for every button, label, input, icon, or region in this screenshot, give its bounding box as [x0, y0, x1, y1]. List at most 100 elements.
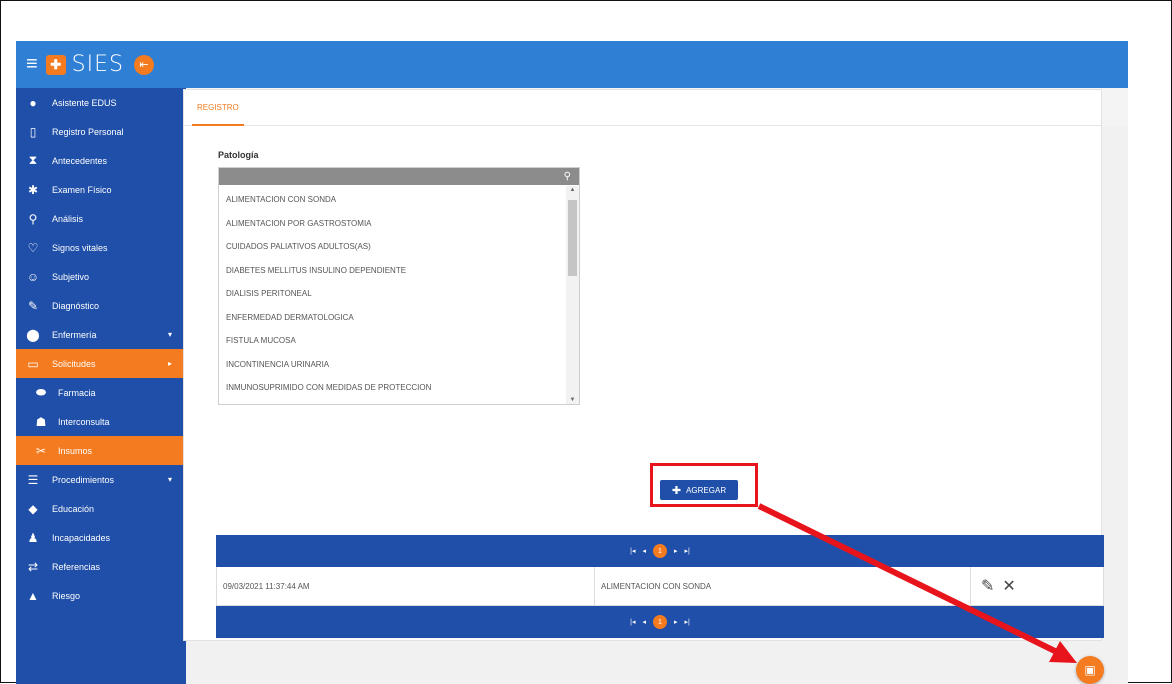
edit-icon[interactable]: ✎: [981, 576, 994, 596]
save-fab-button[interactable]: ▣: [1076, 656, 1104, 684]
menu-icon[interactable]: ≡: [26, 53, 38, 76]
sidebar-item-10[interactable]: ⬬ Farmacia: [16, 378, 186, 407]
sidebar-item-7[interactable]: ✎ Diagnóstico: [16, 291, 186, 320]
chevron-icon: ▾: [167, 330, 172, 339]
sidebar-item-17[interactable]: ▲ Riesgo: [16, 581, 186, 610]
sidebar-item-label: Incapacidades: [52, 532, 111, 543]
search-icon: ⚲: [28, 211, 38, 226]
chevron-icon: ▾: [167, 475, 172, 484]
list-item[interactable]: FISTULA MUCOSA: [219, 329, 567, 353]
pill-icon: ⬬: [35, 385, 47, 399]
sidebar-item-3[interactable]: ✱ Examen Físico: [16, 175, 186, 204]
smile-icon: ☺: [26, 269, 40, 284]
agregar-button[interactable]: ✚ AGREGAR: [660, 480, 738, 500]
search-icon: ⚲: [563, 171, 571, 182]
save-icon: ▣: [1084, 663, 1096, 677]
patologia-options: ALIMENTACION CON SONDA ALIMENTACION POR G…: [219, 186, 567, 404]
sidebar-item-label: Antecedentes: [52, 155, 108, 166]
agregar-label: AGREGAR: [686, 485, 727, 495]
scroll-thumb[interactable]: [568, 200, 577, 276]
sidebar-item-0[interactable]: ● Asistente EDUS: [16, 88, 186, 117]
heart-icon: ♡: [27, 240, 39, 255]
row-pathology: ALIMENTACION CON SONDA: [595, 567, 971, 605]
tablet-icon: ▭: [27, 356, 39, 371]
first-page-icon[interactable]: |◂: [630, 547, 635, 555]
screenshot-frame: ≡ ✚ SIES ⇤ ● Asistente EDUS ▯ Registro Pers…: [0, 0, 1172, 684]
sidebar-item-label: Educación: [52, 503, 95, 514]
circle-icon: ●: [29, 95, 37, 110]
next-page-icon[interactable]: ▸: [674, 618, 678, 626]
next-page-icon[interactable]: ▸: [674, 547, 678, 555]
sidebar-item-8[interactable]: ⬤ Enfermería ▾: [16, 320, 186, 349]
last-page-icon[interactable]: ▸|: [685, 547, 690, 555]
pager-top: |◂ ◂ 1 ▸ ▸|: [216, 535, 1104, 567]
sidebar-item-label: Farmacia: [58, 387, 96, 398]
prev-page-icon[interactable]: ◂: [642, 547, 646, 555]
pager-bottom: |◂ ◂ 1 ▸ ▸|: [216, 606, 1104, 638]
prev-page-icon[interactable]: ◂: [642, 618, 646, 626]
patologia-label: Patología: [218, 150, 259, 160]
list-item[interactable]: DIABETES MELLITUS INSULINO DEPENDIENTE: [219, 259, 567, 283]
tab-registro[interactable]: REGISTRO: [192, 90, 244, 126]
sidebar-item-5[interactable]: ♡ Signos vitales: [16, 233, 186, 262]
subtabs: REGISTRO: [184, 90, 1101, 126]
listbox-search-bar[interactable]: ⚲: [219, 168, 579, 185]
sidebar-item-9[interactable]: ▭ Solicitudes ▸: [16, 349, 186, 378]
sidebar-item-label: Enfermería: [52, 329, 97, 340]
sidebar-item-label: Solicitudes: [52, 358, 96, 369]
delete-icon[interactable]: ✕: [1002, 576, 1015, 596]
person-icon: ✱: [27, 182, 39, 197]
sidebar-item-label: Insumos: [58, 445, 93, 456]
page-number[interactable]: 1: [653, 615, 667, 629]
sidebar-item-4[interactable]: ⚲ Análisis: [16, 204, 186, 233]
page-number[interactable]: 1: [653, 544, 667, 558]
listbox-scrollbar[interactable]: ▲ ▼: [566, 186, 579, 404]
sidebar-item-2[interactable]: ⧗ Antecedentes: [16, 146, 186, 175]
list-item[interactable]: INMUNOSUPRIMIDO CON MEDIDAS DE PROTECCIO…: [219, 376, 567, 400]
bandage-icon: ✂: [35, 443, 47, 458]
sidebar-item-label: Diagnóstico: [52, 300, 100, 311]
first-page-icon[interactable]: |◂: [630, 618, 635, 626]
sidebar-item-label: Registro Personal: [52, 126, 124, 137]
mobile-icon: ▯: [29, 124, 37, 139]
patologia-listbox[interactable]: ⚲ ALIMENTACION CON SONDA ALIMENTACION POR…: [218, 167, 580, 405]
last-page-icon[interactable]: ▸|: [685, 618, 690, 626]
sidebar-item-label: Signos vitales: [52, 242, 108, 253]
top-bar: ≡ ✚ SIES ⇤: [16, 41, 1128, 88]
app-name: SIES: [71, 52, 124, 77]
sidebar-item-12[interactable]: ✂ Insumos: [16, 436, 186, 465]
table-row: 09/03/2021 11:37:44 AM ALIMENTACION CON …: [216, 567, 1104, 606]
list-icon: ☰: [27, 472, 39, 487]
registro-card: REGISTRO Patología ⚲ ALIMENTACION CON SO…: [183, 89, 1104, 641]
list-item[interactable]: ENFERMEDAD DERMATOLOGICA: [219, 306, 567, 330]
list-item[interactable]: ALIMENTACION POR GASTROSTOMIA: [219, 212, 567, 236]
person-icon: ♟: [27, 530, 39, 545]
scroll-up-icon[interactable]: ▲: [566, 187, 579, 193]
list-item[interactable]: INCONTINENCIA URINARIA: [219, 353, 567, 377]
sidebar-item-label: Subjetivo: [52, 271, 90, 282]
sidebar-item-1[interactable]: ▯ Registro Personal: [16, 117, 186, 146]
sidebar-item-6[interactable]: ☺ Subjetivo: [16, 262, 186, 291]
scroll-down-icon[interactable]: ▼: [566, 397, 579, 403]
list-item[interactable]: DIALISIS PERITONEAL: [219, 282, 567, 306]
sidebar-item-14[interactable]: ◆ Educación: [16, 494, 186, 523]
graduation-icon: ◆: [28, 501, 38, 516]
group-icon: ☗: [35, 414, 47, 429]
pathology-table: |◂ ◂ 1 ▸ ▸| 09/03/2021 11:37:44 AM ALIME…: [216, 535, 1104, 649]
sidebar-item-16[interactable]: ⇄ Referencias: [16, 552, 186, 581]
row-date: 09/03/2021 11:37:44 AM: [217, 567, 595, 605]
pencil-icon: ✎: [27, 298, 39, 313]
sidebar-item-label: Examen Físico: [52, 184, 112, 195]
list-item[interactable]: CUIDADOS PALIATIVOS ADULTOS(AS): [219, 235, 567, 259]
sidebar-item-15[interactable]: ♟ Incapacidades: [16, 523, 186, 552]
sidebar-item-label: Interconsulta: [58, 416, 110, 427]
collapse-sidebar-icon[interactable]: ⇤: [134, 54, 154, 75]
row-actions: ✎ ✕: [971, 567, 1103, 605]
sidebar-item-label: Riesgo: [52, 590, 81, 601]
sidebar-item-label: Referencias: [52, 561, 101, 572]
location-icon: ⬤: [26, 327, 40, 342]
transfer-icon: ⇄: [27, 559, 39, 574]
list-item[interactable]: ALIMENTACION CON SONDA: [219, 188, 567, 212]
sidebar-item-13[interactable]: ☰ Procedimientos ▾: [16, 465, 186, 494]
sidebar-item-11[interactable]: ☗ Interconsulta: [16, 407, 186, 436]
